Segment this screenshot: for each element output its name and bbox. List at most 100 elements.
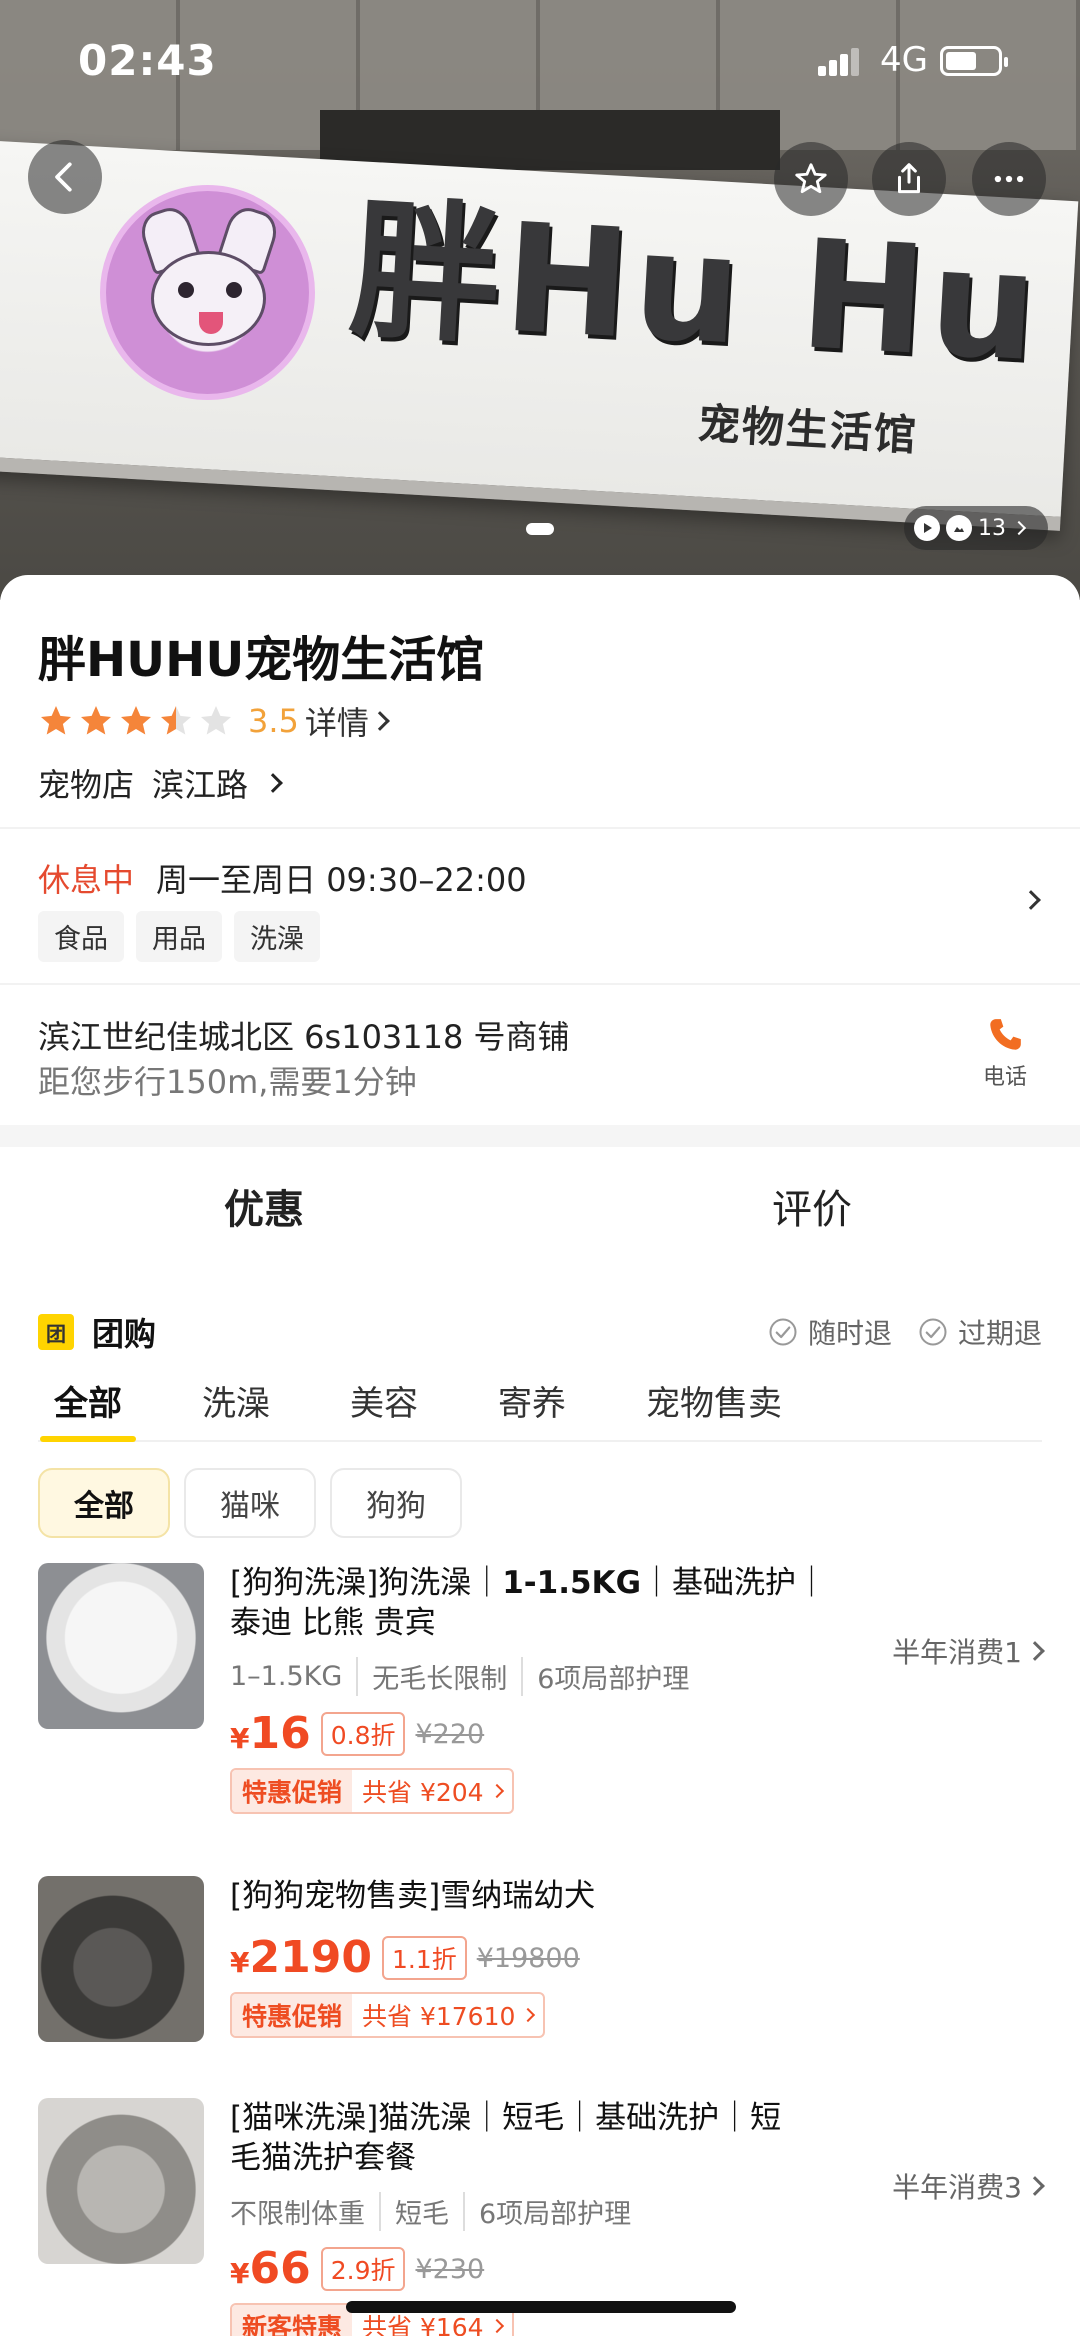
media-gallery-button[interactable]: 13 bbox=[904, 506, 1048, 550]
share-button[interactable] bbox=[872, 142, 946, 216]
group-buy-header: 团 团购 随时退 过期退 bbox=[38, 1310, 1042, 1354]
signboard-subtitle: 宠物生活馆 bbox=[696, 398, 920, 461]
deal-price-row: ¥2190 1.1折 ¥19800 bbox=[230, 1936, 860, 1980]
sub-tab-all[interactable]: 全部 bbox=[40, 1376, 136, 1442]
chevron-right-icon bbox=[263, 773, 283, 793]
back-button[interactable] bbox=[28, 140, 102, 214]
pet-type-filter: 全部 猫咪 狗狗 bbox=[38, 1468, 462, 1538]
chip-all[interactable]: 全部 bbox=[38, 1468, 170, 1538]
chip-dog[interactable]: 狗狗 bbox=[330, 1468, 462, 1538]
home-indicator[interactable] bbox=[346, 2301, 736, 2313]
deal-sales: 半年消费1 bbox=[892, 1631, 1045, 1671]
battery-icon bbox=[940, 46, 1008, 76]
phone-icon bbox=[990, 1019, 1021, 1050]
chevron-right-icon bbox=[489, 1783, 504, 1799]
deal-promo-badge: 特惠促销 共省 ¥204 bbox=[230, 1768, 514, 1814]
star-half-icon bbox=[161, 706, 191, 735]
status-time: 02:43 bbox=[78, 36, 217, 85]
phone-button[interactable]: 电话 bbox=[970, 1015, 1040, 1091]
chip-cat[interactable]: 猫咪 bbox=[184, 1468, 316, 1538]
check-circle-icon bbox=[769, 1318, 797, 1346]
divider bbox=[0, 827, 1080, 829]
chevron-right-icon bbox=[521, 2007, 536, 2023]
deal-title: [狗狗洗澡]狗洗澡｜1-1.5KG｜基础洗护｜ 泰迪 比熊 贵宾 bbox=[230, 1565, 828, 1641]
walking-distance: 距您步行150m,需要1分钟 bbox=[38, 1063, 417, 1101]
rating-row: 3.5 详情 bbox=[38, 698, 390, 744]
more-dots-icon bbox=[994, 175, 1024, 183]
deal-attributes: 不限制体重 短毛 6项局部护理 bbox=[230, 2192, 860, 2231]
deal-item[interactable]: [狗狗洗澡]狗洗澡｜1-1.5KG｜基础洗护｜ 泰迪 比熊 贵宾 1–1.5KG… bbox=[38, 1563, 1045, 1833]
business-hours: 周一至周日 09:30–22:00 bbox=[156, 861, 527, 899]
guarantee-label: 随时退 bbox=[807, 1317, 892, 1350]
chevron-left-icon bbox=[55, 162, 72, 192]
deal-price: ¥2190 bbox=[230, 1932, 372, 1983]
sub-tab-grooming[interactable]: 美容 bbox=[350, 1376, 418, 1425]
signal-icon bbox=[818, 46, 859, 76]
network-type: 4G bbox=[880, 40, 928, 80]
deal-price-row: ¥16 0.8折 ¥220 bbox=[230, 1712, 860, 1756]
status-bar: 02:43 4G bbox=[0, 0, 1080, 120]
check-circle-icon bbox=[919, 1318, 947, 1346]
open-status: 休息中 bbox=[38, 861, 135, 899]
group-buy-title: 团购 bbox=[92, 1315, 157, 1353]
divider bbox=[0, 983, 1080, 985]
chevron-right-icon[interactable] bbox=[1021, 890, 1041, 910]
deal-title: [狗狗宠物售卖]雪纳瑞幼犬 bbox=[230, 1878, 596, 1914]
deal-price: ¥66 bbox=[230, 2243, 311, 2294]
deal-discount: 0.8折 bbox=[320, 1712, 406, 1756]
chevron-right-icon bbox=[1025, 1641, 1045, 1661]
shop-category: 宠物店 bbox=[38, 766, 135, 804]
star-full-icon bbox=[81, 706, 111, 735]
more-button[interactable] bbox=[972, 142, 1046, 216]
photo-icon bbox=[946, 515, 972, 541]
deal-original-price: ¥230 bbox=[415, 2253, 485, 2285]
service-tags: 食品 用品 洗澡 bbox=[38, 911, 320, 962]
sub-tab-bath[interactable]: 洗澡 bbox=[202, 1376, 270, 1425]
deal-price-row: ¥66 2.9折 ¥230 bbox=[230, 2247, 860, 2291]
shop-address[interactable]: 滨江世纪佳城北区 6s103118 号商铺 bbox=[38, 1012, 570, 1058]
shop-name: 胖HUHU宠物生活馆 bbox=[38, 632, 485, 688]
deal-original-price: ¥220 bbox=[415, 1718, 485, 1750]
favorite-button[interactable] bbox=[774, 142, 848, 216]
rating-score: 3.5 bbox=[248, 702, 299, 740]
chevron-right-icon bbox=[1011, 520, 1027, 536]
sub-tab-pet-sales[interactable]: 宠物售卖 bbox=[646, 1376, 782, 1425]
service-tag: 食品 bbox=[38, 911, 124, 962]
shop-info-card: 胖HUHU宠物生活馆 3.5 详情 宠物店 滨江路 休息中 周一至周日 09:3… bbox=[0, 575, 1080, 1125]
chevron-right-icon bbox=[1025, 2176, 1045, 2196]
refund-guarantees: 随时退 过期退 bbox=[768, 1312, 1042, 1352]
guarantee-expired-refund: 过期退 bbox=[918, 1312, 1042, 1352]
media-count: 13 bbox=[978, 515, 1006, 541]
deal-attributes: 1–1.5KG 无毛长限制 6项局部护理 bbox=[230, 1657, 860, 1696]
rating-detail-label: 详情 bbox=[304, 704, 369, 742]
tab-reviews[interactable]: 评价 bbox=[772, 1177, 852, 1235]
chevron-right-icon bbox=[370, 711, 390, 731]
phone-label: 电话 bbox=[982, 1065, 1027, 1090]
category-sub-tabs: 全部 洗澡 美容 寄养 宠物售卖 bbox=[38, 1376, 1042, 1442]
deal-thumbnail bbox=[38, 2098, 204, 2264]
deal-discount: 2.9折 bbox=[320, 2247, 406, 2291]
service-tag: 用品 bbox=[136, 911, 222, 962]
group-buy-badge: 团 bbox=[38, 1314, 74, 1350]
guarantee-label: 过期退 bbox=[957, 1317, 1042, 1350]
category-row[interactable]: 宠物店 滨江路 bbox=[38, 760, 283, 806]
deal-price: ¥16 bbox=[230, 1708, 311, 1759]
shop-area: 滨江路 bbox=[152, 766, 249, 804]
signboard-brand-text: 胖Hu Hu bbox=[345, 183, 1046, 396]
star-outline-icon bbox=[795, 163, 827, 194]
sub-tab-boarding[interactable]: 寄养 bbox=[498, 1376, 566, 1425]
deal-item[interactable]: [狗狗宠物售卖]雪纳瑞幼犬 ¥2190 1.1折 ¥19800 特惠促销 共省 … bbox=[38, 1876, 1042, 2056]
deal-title: [猫咪洗澡]猫洗澡｜短毛｜基础洗护｜短 毛猫洗护套餐 bbox=[230, 2100, 782, 2176]
star-full-icon bbox=[41, 706, 71, 735]
main-tabs: 优惠 评价 bbox=[0, 1147, 1080, 1267]
deal-thumbnail bbox=[38, 1876, 204, 2042]
business-hours-row[interactable]: 休息中 周一至周日 09:30–22:00 bbox=[38, 855, 527, 901]
section-separator bbox=[0, 1125, 1080, 1147]
rating-detail-link[interactable]: 详情 bbox=[304, 698, 390, 744]
deal-original-price: ¥19800 bbox=[476, 1942, 580, 1974]
share-icon bbox=[897, 163, 921, 194]
deal-thumbnail bbox=[38, 1563, 204, 1729]
tab-offers[interactable]: 优惠 bbox=[224, 1177, 304, 1237]
deal-discount: 1.1折 bbox=[381, 1936, 467, 1980]
service-tag: 洗澡 bbox=[234, 911, 320, 962]
